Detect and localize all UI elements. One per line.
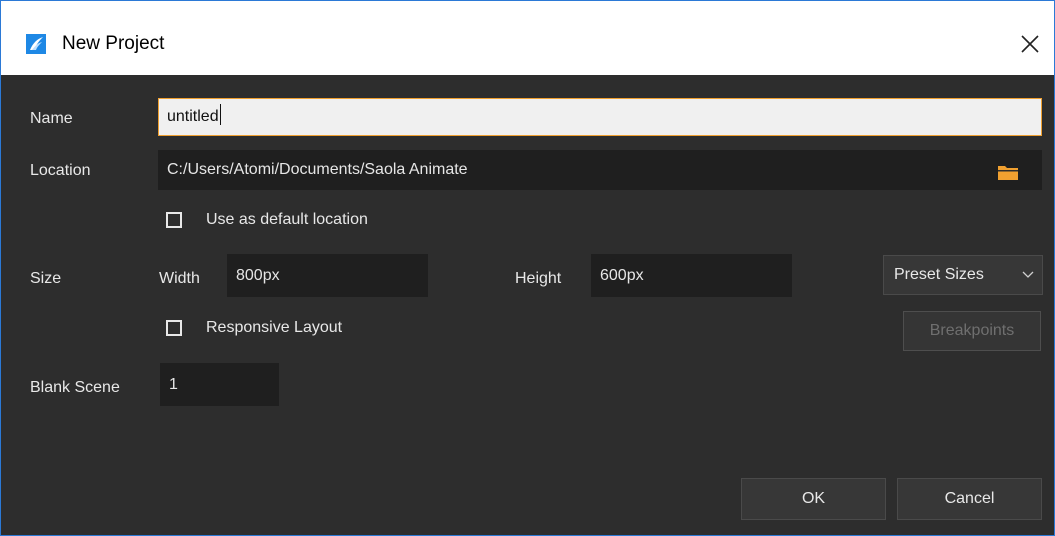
- width-input[interactable]: 800px: [227, 254, 428, 297]
- blank-scene-input-value: 1: [169, 376, 178, 393]
- preset-sizes-label: Preset Sizes: [894, 266, 984, 283]
- preset-sizes-dropdown[interactable]: Preset Sizes: [883, 255, 1043, 295]
- folder-icon[interactable]: [998, 164, 1018, 180]
- default-location-label: Use as default location: [206, 211, 368, 228]
- responsive-layout-checkbox[interactable]: [166, 320, 182, 336]
- blank-scene-input[interactable]: 1: [160, 363, 279, 406]
- name-label: Name: [30, 110, 73, 127]
- chevron-down-icon: [1022, 271, 1034, 278]
- cancel-label: Cancel: [944, 490, 995, 507]
- cancel-button[interactable]: Cancel: [897, 478, 1042, 520]
- responsive-layout-label: Responsive Layout: [206, 319, 343, 336]
- breakpoints-label: Breakpoints: [929, 322, 1015, 339]
- height-label: Height: [515, 270, 562, 287]
- ok-button[interactable]: OK: [741, 478, 886, 520]
- dialog-body: Name untitled Location C:/Users/Atomi/Do…: [1, 75, 1054, 535]
- height-input[interactable]: 600px: [591, 254, 792, 297]
- close-icon[interactable]: [1017, 31, 1043, 57]
- width-label: Width: [159, 270, 200, 287]
- text-caret: [219, 104, 221, 125]
- blank-scene-label: Blank Scene: [30, 379, 120, 396]
- title-bar: New Project: [1, 1, 1054, 75]
- height-input-value: 600px: [600, 267, 644, 284]
- name-input-value: untitled: [167, 108, 219, 125]
- ok-label: OK: [801, 490, 826, 507]
- size-label: Size: [30, 270, 62, 287]
- location-input[interactable]: C:/Users/Atomi/Documents/Saola Animate: [158, 150, 1042, 190]
- width-input-value: 800px: [236, 267, 280, 284]
- default-location-checkbox[interactable]: [166, 212, 182, 228]
- dialog-title: New Project: [62, 33, 165, 54]
- location-input-value: C:/Users/Atomi/Documents/Saola Animate: [167, 161, 468, 178]
- breakpoints-button[interactable]: Breakpoints: [903, 311, 1041, 351]
- location-label: Location: [30, 162, 91, 179]
- name-input[interactable]: untitled: [158, 98, 1042, 136]
- app-logo-icon: [26, 34, 46, 54]
- new-project-dialog: New Project Name untitled Location C:/Us…: [0, 0, 1055, 536]
